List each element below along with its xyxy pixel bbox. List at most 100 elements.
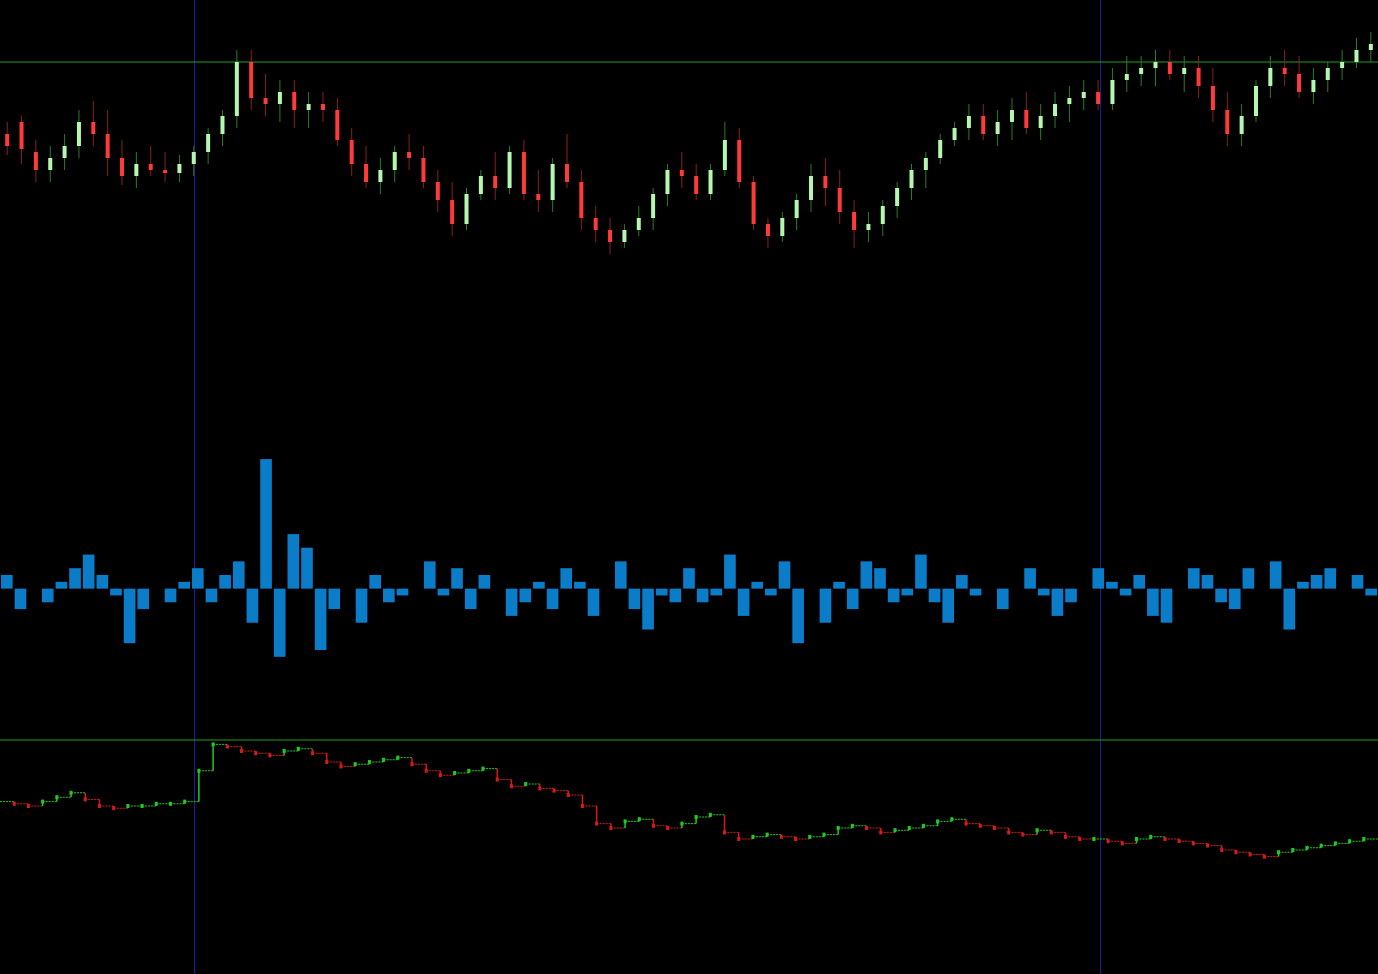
chart-canvas	[0, 0, 1378, 974]
candle-body	[794, 200, 799, 218]
histogram-bar	[1269, 561, 1282, 589]
histogram-bar	[792, 588, 804, 644]
lower-line-marker	[112, 806, 116, 811]
histogram-bar	[833, 581, 845, 589]
histogram-bar	[437, 588, 450, 596]
histogram-bar	[464, 588, 477, 610]
candle-body	[909, 170, 914, 188]
lower-line-marker	[154, 801, 158, 806]
lower-line-marker	[1035, 828, 1039, 833]
lower-line-marker	[978, 823, 982, 828]
histogram-bar	[1147, 588, 1159, 616]
candle-body	[1311, 80, 1316, 92]
histogram-bar	[219, 575, 231, 589]
candle-body	[1024, 110, 1029, 128]
candle-body	[536, 194, 541, 200]
lower-line-marker	[666, 826, 670, 830]
candle-body	[105, 134, 110, 158]
candle-body	[952, 128, 957, 140]
candle-body	[809, 176, 814, 200]
lower-line-marker	[1007, 830, 1011, 835]
candle-body	[435, 182, 440, 200]
candle-body	[708, 170, 713, 194]
candle-body	[1167, 62, 1172, 74]
histogram-bar	[846, 588, 859, 610]
lower-line-marker	[566, 793, 570, 797]
lower-line-marker	[26, 804, 30, 808]
candle-body	[206, 134, 211, 152]
lower-line-marker	[382, 757, 386, 762]
histogram-bar	[819, 588, 832, 623]
histogram-bar	[1160, 588, 1173, 623]
lower-line-marker	[126, 804, 130, 808]
histogram-bar	[451, 568, 463, 589]
histogram-bar	[655, 588, 668, 596]
lower-line-marker	[1021, 832, 1025, 837]
histogram-bar	[1215, 588, 1227, 603]
candle-body	[837, 188, 842, 212]
candle-body	[392, 152, 397, 170]
histogram-bar	[928, 588, 941, 603]
lower-line-marker	[992, 826, 996, 830]
histogram-bar	[765, 588, 777, 596]
candle-body	[148, 164, 153, 170]
histogram-bar	[1, 575, 13, 589]
histogram-bar	[1051, 588, 1064, 616]
lower-line-marker	[822, 832, 826, 837]
histogram-bar	[574, 581, 586, 589]
candle-body	[1153, 62, 1158, 68]
candle-body	[320, 104, 325, 110]
histogram-bar	[1037, 588, 1050, 596]
histogram-bar	[301, 547, 313, 589]
lower-line-marker	[907, 826, 911, 830]
candle-body	[1210, 86, 1215, 110]
candle-body	[823, 176, 828, 188]
candle-body	[76, 122, 81, 146]
candle-body	[263, 98, 268, 104]
candle-body	[665, 170, 670, 194]
histogram-bar	[55, 581, 68, 589]
candle-body	[1081, 92, 1086, 98]
histogram-bar	[996, 588, 1009, 610]
candle-body	[33, 152, 38, 170]
lower-line-marker	[1149, 834, 1153, 839]
lower-line-marker	[367, 760, 371, 764]
lower-line-marker	[268, 753, 272, 758]
lower-line-marker	[1092, 837, 1096, 841]
lower-line-marker	[1291, 848, 1295, 852]
histogram-bar	[669, 588, 682, 603]
histogram-bar	[874, 568, 886, 589]
candle-body	[895, 188, 900, 206]
lower-line-marker	[865, 826, 869, 830]
lower-line-marker	[694, 815, 698, 819]
lower-line-marker	[737, 837, 741, 841]
candle-body	[450, 200, 455, 224]
candle-body	[1139, 68, 1144, 74]
candle-body	[134, 164, 139, 176]
candle-body	[679, 170, 684, 176]
candle-body	[1009, 110, 1014, 122]
candle-body	[636, 218, 641, 230]
candle-body	[521, 152, 526, 194]
candle-body	[234, 62, 239, 116]
lower-line-marker	[609, 826, 613, 830]
lower-line-marker	[1262, 854, 1266, 859]
candle-body	[780, 218, 785, 236]
lower-line-marker	[651, 823, 655, 828]
candle-body	[464, 194, 469, 224]
lower-line-marker	[353, 762, 357, 767]
lower-line-marker	[339, 764, 343, 769]
histogram-bar	[1228, 588, 1241, 610]
histogram-bar	[1024, 568, 1036, 589]
histogram-bar	[41, 588, 54, 603]
candle-body	[493, 176, 498, 188]
lower-line-marker	[1362, 837, 1366, 841]
histogram-bar	[96, 575, 109, 589]
histogram-bar	[1242, 568, 1255, 589]
lower-line-marker	[1078, 837, 1082, 841]
lower-line-marker	[623, 819, 627, 824]
candle-body	[335, 110, 340, 140]
lower-line-marker	[680, 821, 684, 826]
lower-line-marker	[410, 762, 414, 767]
lower-line-marker	[509, 784, 513, 789]
